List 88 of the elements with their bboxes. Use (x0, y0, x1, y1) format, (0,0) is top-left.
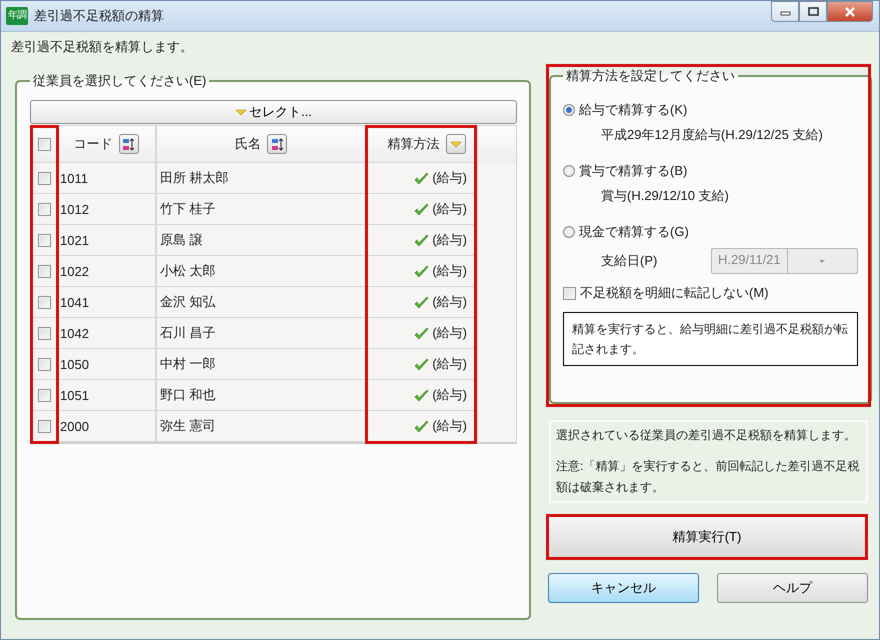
radio-option[interactable]: 現金で精算する(G) (563, 221, 858, 243)
dropdown-icon (450, 140, 462, 148)
radio-option[interactable]: 賞与で精算する(B) (563, 160, 858, 182)
code-cell: 1041 (60, 294, 89, 310)
app-icon: 年調 (6, 7, 28, 25)
code-cell: 2000 (60, 418, 89, 434)
description-text: 差引過不足税額を精算します。 (11, 39, 193, 54)
check-icon (414, 296, 430, 308)
sort-icon (270, 138, 284, 150)
sort-button[interactable] (118, 134, 138, 154)
method-cell: (給与) (432, 231, 467, 249)
group-legend: 従業員を選択してください(E) (30, 72, 210, 90)
column-header: 氏名 (235, 135, 261, 153)
method-cell: (給与) (432, 262, 467, 280)
checkbox[interactable] (38, 234, 50, 246)
checkbox[interactable] (38, 172, 50, 184)
check-icon (414, 172, 430, 184)
info-text: 注意:「精算」を実行すると、前回転記した差引過不足税額は破棄されます。 (556, 458, 860, 496)
sort-icon (122, 138, 135, 150)
dropdown-icon (819, 260, 826, 262)
method-cell: (給与) (432, 200, 467, 218)
radio-button[interactable] (563, 165, 575, 177)
check-icon (414, 358, 430, 370)
filter-button[interactable] (446, 134, 466, 154)
close-icon (844, 6, 856, 16)
check-icon (414, 388, 430, 402)
code-cell: 1022 (60, 264, 89, 278)
checkbox-label: 不足税額を明細に転記しない(M) (580, 284, 768, 302)
check-icon (414, 326, 430, 340)
radio-button[interactable] (563, 226, 575, 238)
radio-option[interactable]: 給与で精算する(K) (563, 99, 858, 121)
column-header: 精算方法 (388, 135, 440, 153)
code-cell: 1050 (60, 356, 89, 372)
name-cell: 竹下 桂子 (160, 200, 216, 218)
method-cell: (給与) (432, 324, 467, 342)
minimize-button[interactable] (771, 1, 799, 22)
radio-label: 賞与で精算する(B) (579, 162, 688, 180)
checkbox[interactable] (38, 296, 50, 308)
method-cell: (給与) (432, 355, 467, 373)
code-cell: 1051 (60, 388, 89, 402)
method-cell: (給与) (432, 293, 467, 311)
info-text: 選択されている従業員の差引過不足税額を精算します。 (556, 427, 857, 444)
check-icon (414, 202, 430, 216)
name-cell: 石川 昌子 (160, 324, 216, 342)
checkbox[interactable] (38, 420, 50, 432)
code-cell: 1021 (60, 232, 89, 248)
name-cell: 原島 譲 (160, 231, 203, 249)
checkbox[interactable] (38, 388, 50, 402)
execute-button[interactable]: 精算実行(T) (546, 514, 868, 560)
select-button[interactable]: セレクト... (30, 100, 517, 124)
radio-button[interactable] (563, 104, 575, 116)
radio-label: 現金で精算する(G) (579, 223, 689, 241)
code-cell: 1012 (60, 202, 89, 216)
note-text: 精算を実行すると、給与明細に差引過不足税額が転記されます。 (563, 312, 858, 366)
checkbox[interactable] (563, 286, 576, 300)
maximize-button[interactable] (799, 1, 827, 22)
check-icon (414, 234, 430, 246)
dialog-button[interactable]: キャンセル (548, 573, 699, 603)
checkbox[interactable] (38, 138, 50, 150)
radio-label: 給与で精算する(K) (579, 101, 688, 119)
checkbox[interactable] (38, 202, 50, 216)
dropdown-icon (235, 108, 248, 116)
check-icon (414, 420, 430, 432)
checkbox[interactable] (38, 358, 50, 370)
sort-button[interactable] (267, 134, 287, 154)
name-cell: 中村 一郎 (160, 355, 216, 373)
method-cell: (給与) (432, 417, 467, 435)
code-cell: 1011 (60, 170, 88, 186)
payment-detail: 平成29年12月度給与(H.29/12/25 支給) (601, 126, 823, 144)
name-cell: 金沢 知弘 (160, 293, 216, 311)
method-cell: (給与) (432, 386, 467, 404)
dialog-button[interactable]: ヘルプ (717, 573, 868, 603)
date-label: 支給日(P) (601, 252, 658, 270)
window-title: 差引過不足税額の精算 (34, 7, 165, 25)
column-header: コード (74, 135, 112, 153)
name-cell: 田所 耕太郎 (160, 169, 229, 187)
payment-detail: 賞与(H.29/12/10 支給) (601, 187, 729, 205)
method-cell: (給与) (432, 169, 467, 187)
name-cell: 小松 太郎 (160, 262, 216, 280)
checkbox[interactable] (38, 264, 50, 278)
close-button[interactable] (827, 1, 873, 22)
checkbox[interactable] (38, 326, 50, 340)
maximize-icon (808, 7, 818, 16)
group-legend: 精算方法を設定してください (563, 67, 738, 85)
check-icon (414, 264, 430, 278)
name-cell: 野口 和也 (160, 386, 216, 404)
code-cell: 1042 (60, 326, 89, 340)
name-cell: 弥生 憲司 (160, 417, 216, 435)
